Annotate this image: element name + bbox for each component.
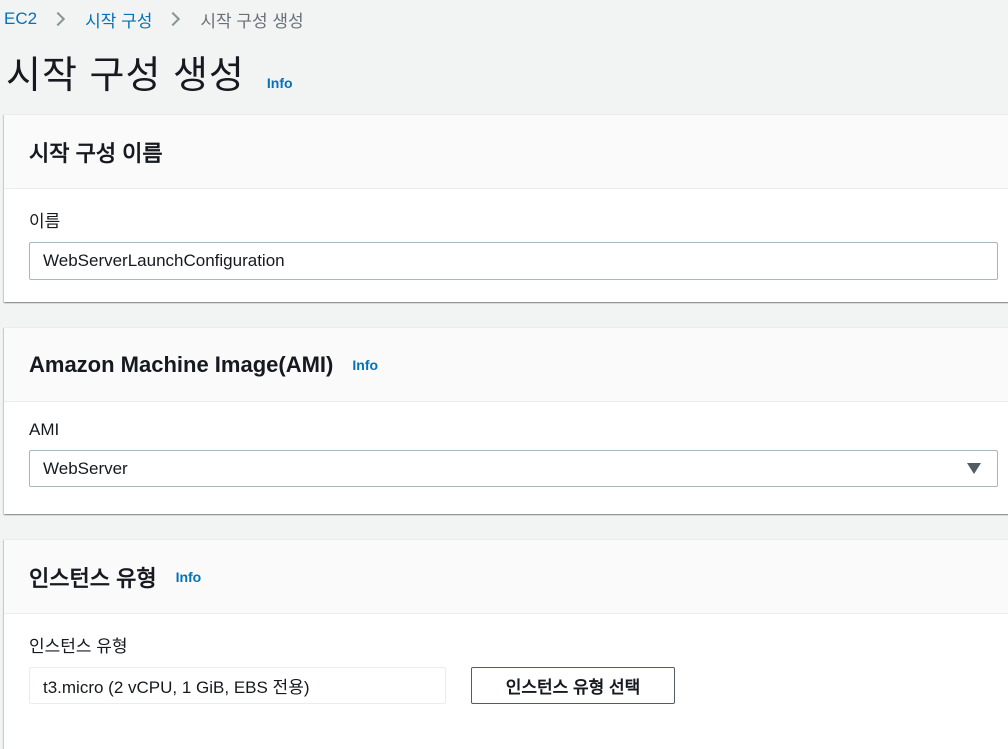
ami-select-value: WebServer (43, 458, 128, 478)
instance-type-info-link[interactable]: Info (176, 569, 202, 585)
ami-panel-header: Amazon Machine Image(AMI) Info (4, 328, 1008, 402)
breadcrumb: EC2 시작 구성 시작 구성 생성 (4, 7, 304, 32)
page-info-link[interactable]: Info (267, 75, 293, 91)
name-panel-body: 이름 WebServerLaunchConfiguration (4, 189, 1008, 280)
page-header: 시작 구성 생성 Info (6, 44, 293, 99)
name-field-label: 이름 (29, 212, 61, 231)
instance-type-panel-body: 인스턴스 유형 t3.micro (2 vCPU, 1 GiB, EBS 전용)… (4, 614, 1008, 704)
name-panel: 시작 구성 이름 이름 WebServerLaunchConfiguration (4, 114, 1008, 302)
name-panel-title: 시작 구성 이름 (29, 140, 163, 166)
ami-info-link[interactable]: Info (352, 357, 378, 373)
name-panel-header: 시작 구성 이름 (4, 115, 1008, 189)
ami-panel: Amazon Machine Image(AMI) Info AMI WebSe… (4, 327, 1008, 514)
chevron-right-icon (51, 11, 66, 27)
chevron-right-icon (166, 11, 181, 27)
instance-type-value: t3.micro (2 vCPU, 1 GiB, EBS 전용) (29, 667, 446, 704)
ami-select[interactable]: WebServer (29, 450, 998, 487)
breadcrumb-current: 시작 구성 생성 (200, 11, 304, 31)
page-title: 시작 구성 생성 (6, 55, 245, 97)
instance-type-panel-title: 인스턴스 유형 (29, 565, 157, 591)
choose-instance-type-button[interactable]: 인스턴스 유형 선택 (471, 667, 675, 704)
breadcrumb-launch-config-link[interactable]: 시작 구성 (85, 7, 152, 32)
caret-down-icon (967, 463, 981, 474)
name-input[interactable]: WebServerLaunchConfiguration (29, 242, 998, 280)
instance-type-panel: 인스턴스 유형 Info 인스턴스 유형 t3.micro (2 vCPU, 1… (4, 539, 1008, 749)
ami-panel-title: Amazon Machine Image(AMI) (29, 351, 334, 377)
instance-type-field-label: 인스턴스 유형 (29, 637, 128, 656)
ami-panel-body: AMI WebServer (4, 402, 1008, 487)
ami-field-label: AMI (29, 420, 60, 439)
instance-type-row: t3.micro (2 vCPU, 1 GiB, EBS 전용) 인스턴스 유형… (29, 667, 1004, 704)
instance-type-panel-header: 인스턴스 유형 Info (4, 540, 1008, 614)
breadcrumb-ec2-link[interactable]: EC2 (4, 9, 37, 29)
